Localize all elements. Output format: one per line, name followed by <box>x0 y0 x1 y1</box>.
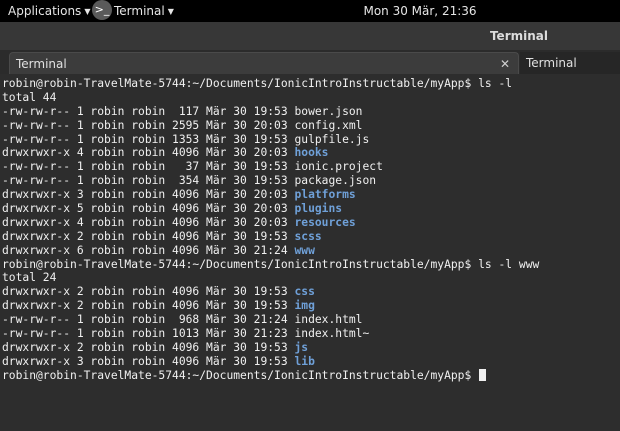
terminal-line: drwxrwxr-x 3 robin robin 4096 Mär 30 20:… <box>2 188 620 202</box>
text-cursor <box>479 368 487 381</box>
terminal-line: -rw-rw-r-- 1 robin robin 354 Mär 30 19:5… <box>2 174 620 188</box>
terminal-line: drwxrwxr-x 4 robin robin 4096 Mär 30 20:… <box>2 146 620 160</box>
directory-name: plugins <box>294 202 343 216</box>
directory-name: resources <box>294 215 356 229</box>
terminal-line-text: -rw-rw-r-- 1 robin robin 117 Mär 30 19:5… <box>2 104 295 118</box>
tab-terminal-2[interactable]: Terminal <box>520 52 620 74</box>
terminal-line-text: drwxrwxr-x 5 robin robin 4096 Mär 30 20:… <box>2 202 295 216</box>
file-name: index.html~ <box>294 327 370 341</box>
terminal-line-text: -rw-rw-r-- 1 robin robin 1353 Mär 30 19:… <box>2 132 295 146</box>
terminal-line-text: drwxrwxr-x 4 robin robin 4096 Mär 30 20:… <box>2 215 295 229</box>
terminal-line-text: drwxrwxr-x 3 robin robin 4096 Mär 30 19:… <box>2 354 295 368</box>
terminal-line-text: -rw-rw-r-- 1 robin robin 968 Mär 30 21:2… <box>2 313 295 327</box>
file-name: bower.json <box>294 104 363 118</box>
tab-label: Terminal <box>16 57 67 71</box>
terminal-line: total 24 <box>2 271 620 285</box>
terminal-line-text: -rw-rw-r-- 1 robin robin 2595 Mär 30 20:… <box>2 118 295 132</box>
terminal-line: robin@robin-TravelMate-5744:~/Documents/… <box>2 368 620 383</box>
terminal-line: drwxrwxr-x 2 robin robin 4096 Mär 30 19:… <box>2 341 620 355</box>
window-titlebar[interactable]: Terminal <box>0 22 620 50</box>
terminal-line: -rw-rw-r-- 1 robin robin 117 Mär 30 19:5… <box>2 105 620 119</box>
terminal-line-text: -rw-rw-r-- 1 robin robin 354 Mär 30 19:5… <box>2 174 295 188</box>
terminal-line: drwxrwxr-x 2 robin robin 4096 Mär 30 19:… <box>2 230 620 244</box>
terminal-line-text: robin@robin-TravelMate-5744:~/Documents/… <box>2 257 540 271</box>
terminal-line: drwxrwxr-x 3 robin robin 4096 Mär 30 19:… <box>2 355 620 369</box>
terminal-line-text: robin@robin-TravelMate-5744:~/Documents/… <box>2 77 513 90</box>
file-name: index.html <box>294 313 363 327</box>
terminal-line: drwxrwxr-x 5 robin robin 4096 Mär 30 20:… <box>2 202 620 216</box>
directory-name: css <box>294 285 315 299</box>
terminal-line: -rw-rw-r-- 1 robin robin 37 Mär 30 19:53… <box>2 160 620 174</box>
directory-name: platforms <box>294 188 356 202</box>
file-name: package.json <box>294 174 377 188</box>
terminal-line: -rw-rw-r-- 1 robin robin 968 Mär 30 21:2… <box>2 313 620 327</box>
terminal-line: robin@robin-TravelMate-5744:~/Documents/… <box>2 77 620 91</box>
terminal-line: drwxrwxr-x 2 robin robin 4096 Mär 30 19:… <box>2 285 620 299</box>
terminal-line: drwxrwxr-x 6 robin robin 4096 Mär 30 21:… <box>2 244 620 258</box>
terminal-line-text: total 24 <box>2 271 57 285</box>
directory-name: hooks <box>294 146 329 160</box>
top-panel: Applications ▼ >_ Terminal ▼ Mon 30 Mär, 2… <box>0 0 620 22</box>
terminal-line: drwxrwxr-x 4 robin robin 4096 Mär 30 20:… <box>2 216 620 230</box>
terminal-line-text: drwxrwxr-x 4 robin robin 4096 Mär 30 20:… <box>2 146 295 160</box>
directory-name: www <box>294 243 315 257</box>
terminal-line: -rw-rw-r-- 1 robin robin 1353 Mär 30 19:… <box>2 133 620 147</box>
directory-name: js <box>294 340 309 354</box>
tab-terminal-1[interactable]: Terminal ✕ <box>9 52 519 74</box>
file-name: config.xml <box>294 118 363 132</box>
clock[interactable]: Mon 30 Mär, 21:36 <box>0 0 620 22</box>
terminal-line: -rw-rw-r-- 1 robin robin 2595 Mär 30 20:… <box>2 119 620 133</box>
terminal-line: robin@robin-TravelMate-5744:~/Documents/… <box>2 258 620 272</box>
terminal-line-text: robin@robin-TravelMate-5744:~/Documents/… <box>2 368 479 382</box>
terminal-line-text: drwxrwxr-x 2 robin robin 4096 Mär 30 19:… <box>2 340 295 354</box>
terminal-line-text: drwxrwxr-x 2 robin robin 4096 Mär 30 19:… <box>2 229 295 243</box>
terminal-line-text: drwxrwxr-x 3 robin robin 4096 Mär 30 20:… <box>2 188 295 202</box>
file-name: ionic.project <box>294 160 383 174</box>
tab-label: Terminal <box>526 56 577 70</box>
terminal-line-text: drwxrwxr-x 2 robin robin 4096 Mär 30 19:… <box>2 285 295 299</box>
directory-name: scss <box>294 229 322 243</box>
terminal-line: -rw-rw-r-- 1 robin robin 1013 Mär 30 21:… <box>2 327 620 341</box>
terminal-line-text: drwxrwxr-x 2 robin robin 4096 Mär 30 19:… <box>2 299 295 313</box>
terminal-line-text: total 44 <box>2 90 57 104</box>
terminal-output[interactable]: robin@robin-TravelMate-5744:~/Documents/… <box>0 74 620 431</box>
directory-name: lib <box>294 354 315 368</box>
terminal-line-text: drwxrwxr-x 6 robin robin 4096 Mär 30 21:… <box>2 243 295 257</box>
terminal-line-text: -rw-rw-r-- 1 robin robin 37 Mär 30 19:53 <box>2 160 295 174</box>
terminal-line: drwxrwxr-x 2 robin robin 4096 Mär 30 19:… <box>2 299 620 313</box>
close-icon[interactable]: ✕ <box>500 53 510 75</box>
terminal-line-text: -rw-rw-r-- 1 robin robin 1013 Mär 30 21:… <box>2 327 295 341</box>
tab-bar: Terminal ✕ Terminal <box>0 50 620 74</box>
terminal-line: total 44 <box>2 91 620 105</box>
file-name: gulpfile.js <box>294 132 370 146</box>
directory-name: img <box>294 299 315 313</box>
window-title: Terminal <box>489 29 548 43</box>
